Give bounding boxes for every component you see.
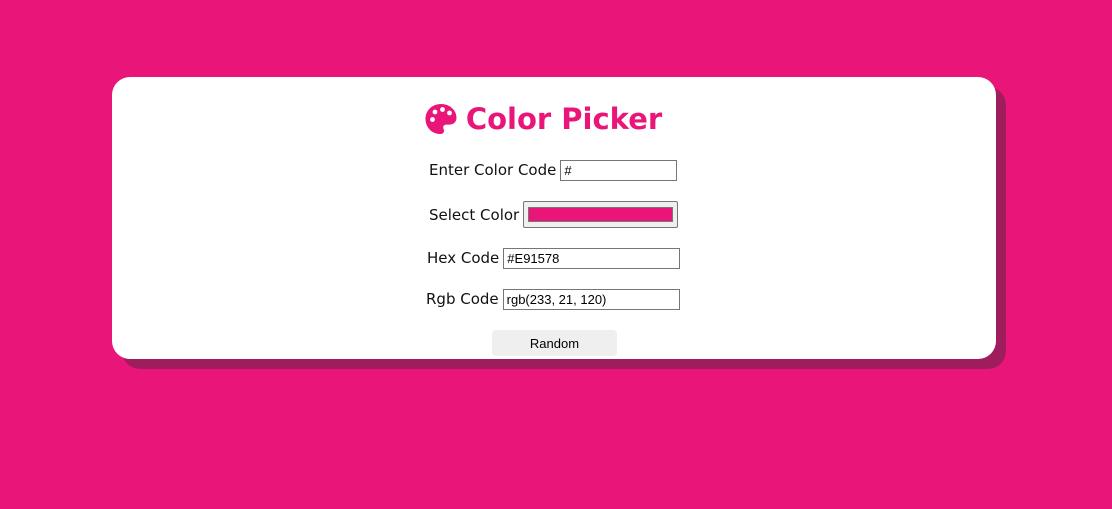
hex-input[interactable] xyxy=(503,247,681,269)
hex-row: Hex Code xyxy=(427,247,681,269)
random-button[interactable]: Random xyxy=(492,330,617,356)
enter-color-label: Enter Color Code xyxy=(429,161,557,179)
color-picker-card: Color Picker Enter Color Code Select Col… xyxy=(112,77,996,359)
enter-color-row: Enter Color Code xyxy=(429,159,678,181)
enter-color-input[interactable] xyxy=(560,159,678,181)
rgb-label: Rgb Code xyxy=(426,290,499,308)
select-color-row: Select Color xyxy=(429,201,679,228)
palette-icon xyxy=(425,104,457,134)
color-swatch-picker[interactable] xyxy=(523,201,679,228)
rgb-row: Rgb Code xyxy=(426,288,680,310)
hex-label: Hex Code xyxy=(427,249,500,267)
select-color-label: Select Color xyxy=(429,205,520,224)
rgb-input[interactable] xyxy=(502,288,680,310)
header: Color Picker xyxy=(112,99,996,139)
color-swatch-fill xyxy=(528,207,674,222)
page-title: Color Picker xyxy=(465,102,663,136)
